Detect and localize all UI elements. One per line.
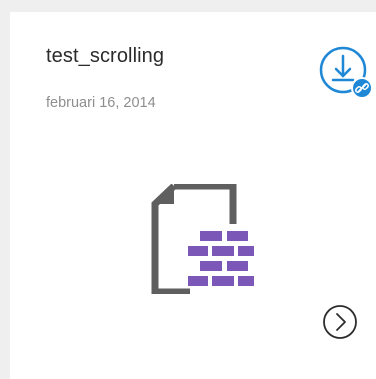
file-title: test_scrolling [46,45,165,67]
file-card[interactable]: test_scrolling februari 16, 2014 [10,12,376,379]
brick-wall-icon [188,231,254,286]
link-badge-icon [351,77,373,99]
file-date: februari 16, 2014 [46,95,156,111]
chevron-right-circle-icon[interactable] [322,304,358,340]
download-icon[interactable] [315,42,376,104]
database-file-icon [151,184,254,294]
